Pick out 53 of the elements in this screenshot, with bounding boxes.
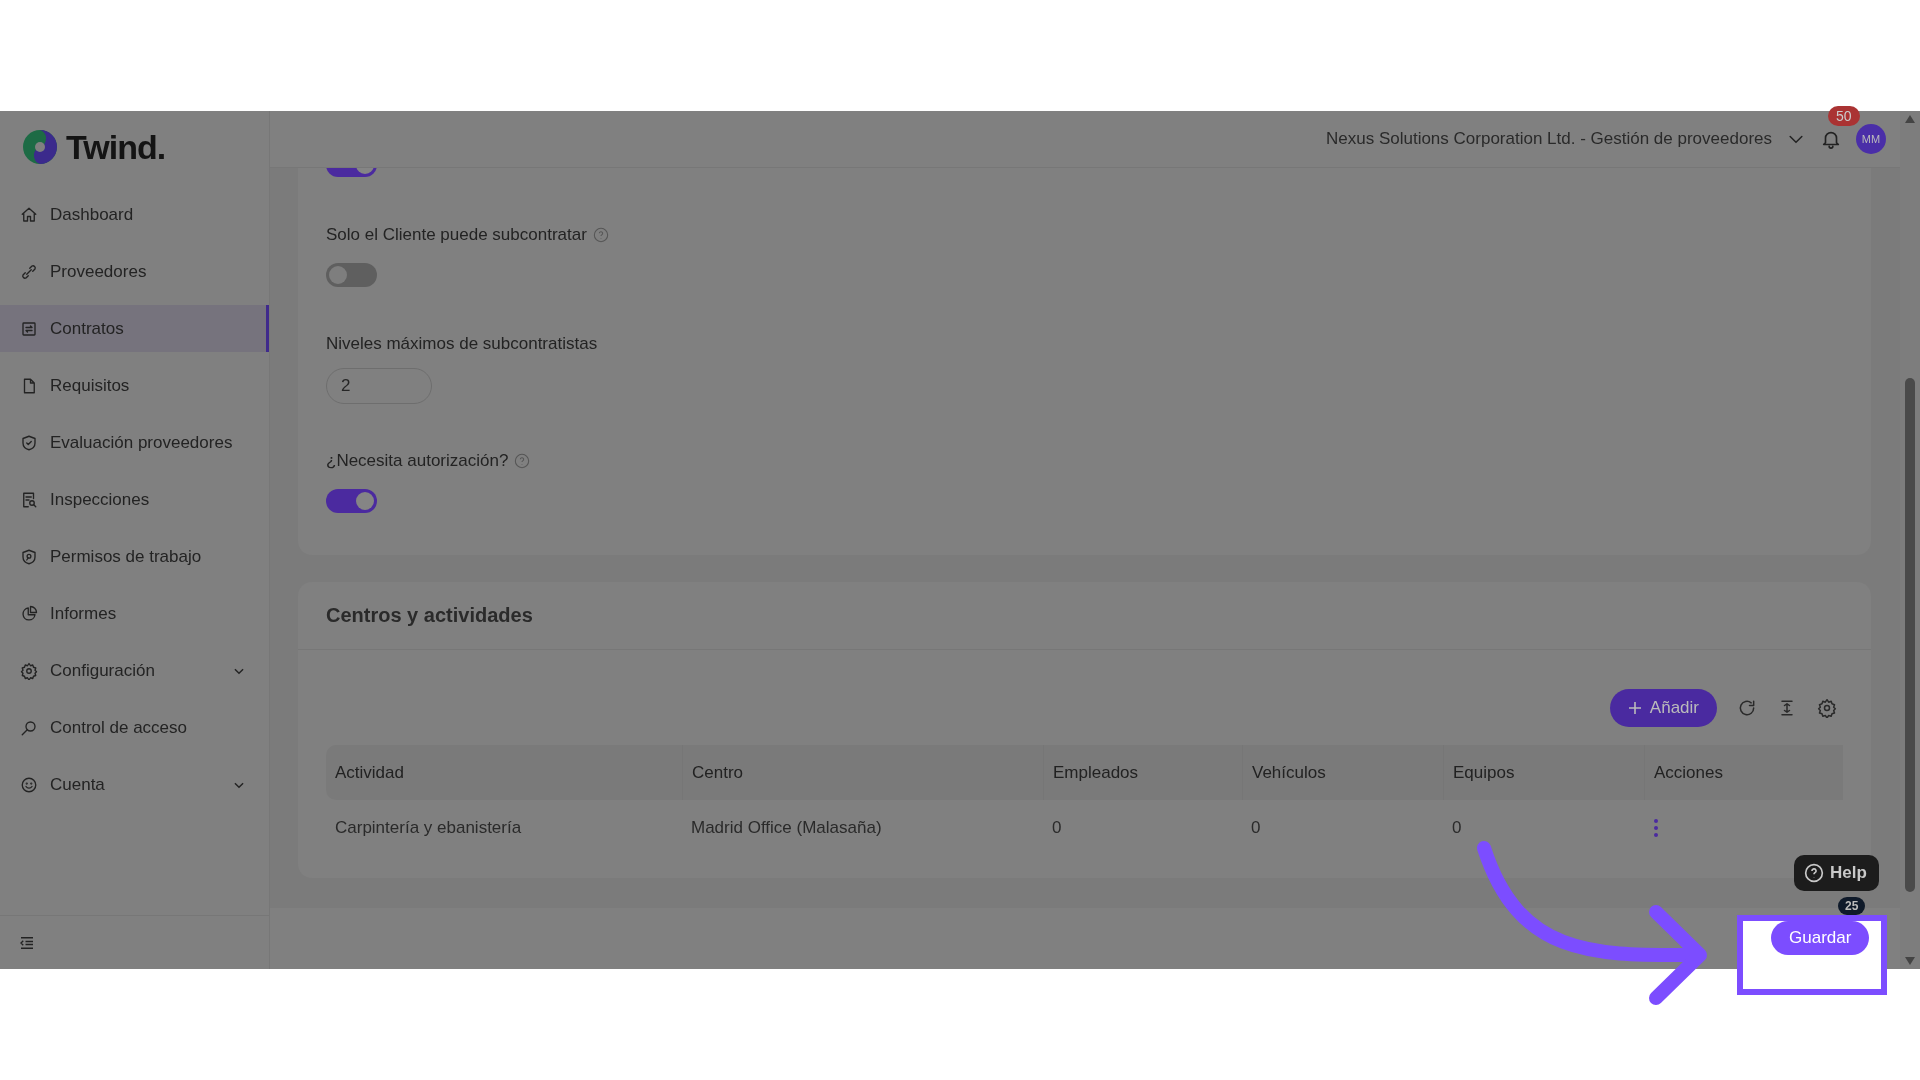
scroll-up-icon[interactable]	[1905, 115, 1915, 123]
sidebar-item[interactable]: Dashboard	[0, 191, 269, 238]
settings-icon	[1817, 698, 1837, 718]
logo-text: Twind.	[66, 127, 166, 167]
column-header: Acciones	[1644, 745, 1843, 800]
help-button[interactable]: Help	[1794, 855, 1879, 891]
table-cell-text: 0	[1451, 817, 1463, 839]
plus-icon	[1627, 701, 1642, 715]
smile-icon	[20, 775, 38, 794]
table-cell-text: Carpintería y ebanistería	[334, 817, 523, 839]
home-icon	[20, 205, 38, 224]
logo-icon	[20, 127, 60, 167]
table-cell-text: 0	[1250, 817, 1262, 839]
more-actions-icon[interactable]	[1653, 818, 1659, 838]
column-header: Actividad	[326, 745, 682, 800]
sidebar-item[interactable]: Evaluación proveedores	[0, 419, 269, 466]
column-header: Equipos	[1443, 745, 1644, 800]
sidebar-item[interactable]: Informes	[0, 590, 269, 637]
field-label: ¿Necesita autorización?	[326, 451, 509, 471]
sidebar-item[interactable]: Control de acceso	[0, 704, 269, 751]
field-label: Niveles máximos de subcontratistas	[326, 334, 598, 354]
add-button[interactable]: Añadir	[1609, 689, 1717, 727]
sidebar-item[interactable]: Proveedores	[0, 248, 269, 295]
table-cell-text: Madrid Office (Malasaña)	[690, 817, 883, 839]
pie-chart-icon	[20, 604, 38, 623]
column-header: Empleados	[1043, 745, 1242, 800]
column-header: Vehículos	[1242, 745, 1443, 800]
toggle-switch[interactable]	[326, 489, 377, 513]
refresh-icon	[1737, 698, 1757, 718]
toggle-switch[interactable]	[326, 263, 377, 287]
sidebar-item[interactable]: Cuenta	[0, 761, 269, 808]
sidebar-item[interactable]: Configuración	[0, 647, 269, 694]
search-icon	[20, 718, 38, 737]
field-label: Solo el Cliente puede subcontratar	[326, 225, 587, 245]
column-header: Centro	[682, 745, 1043, 800]
sidebar-item[interactable]: Inspecciones	[0, 476, 269, 523]
inspection-icon	[20, 490, 38, 509]
table-cell-text: 0	[1051, 817, 1063, 839]
section-title: Centros y actividades	[326, 604, 533, 627]
save-button[interactable]: Guardar	[1771, 921, 1870, 955]
scroll-down-icon[interactable]	[1905, 957, 1915, 965]
user-avatar[interactable]: MM	[1856, 124, 1886, 154]
notification-count: 50	[1828, 106, 1860, 126]
settings-icon	[20, 661, 38, 680]
help-icon	[1804, 863, 1824, 883]
sidebar-item[interactable]: Contratos	[0, 305, 269, 352]
sidebar-item[interactable]: Requisitos	[0, 362, 269, 409]
organization-selector[interactable]: Nexus Solutions Corporation Ltd. - Gestión de proveedores	[1325, 129, 1772, 149]
document-icon	[20, 319, 38, 338]
sidebar-item[interactable]: Permisos de trabajo	[0, 533, 269, 580]
shield-icon	[20, 547, 38, 566]
shield-icon	[20, 433, 38, 452]
link-icon	[20, 262, 38, 281]
